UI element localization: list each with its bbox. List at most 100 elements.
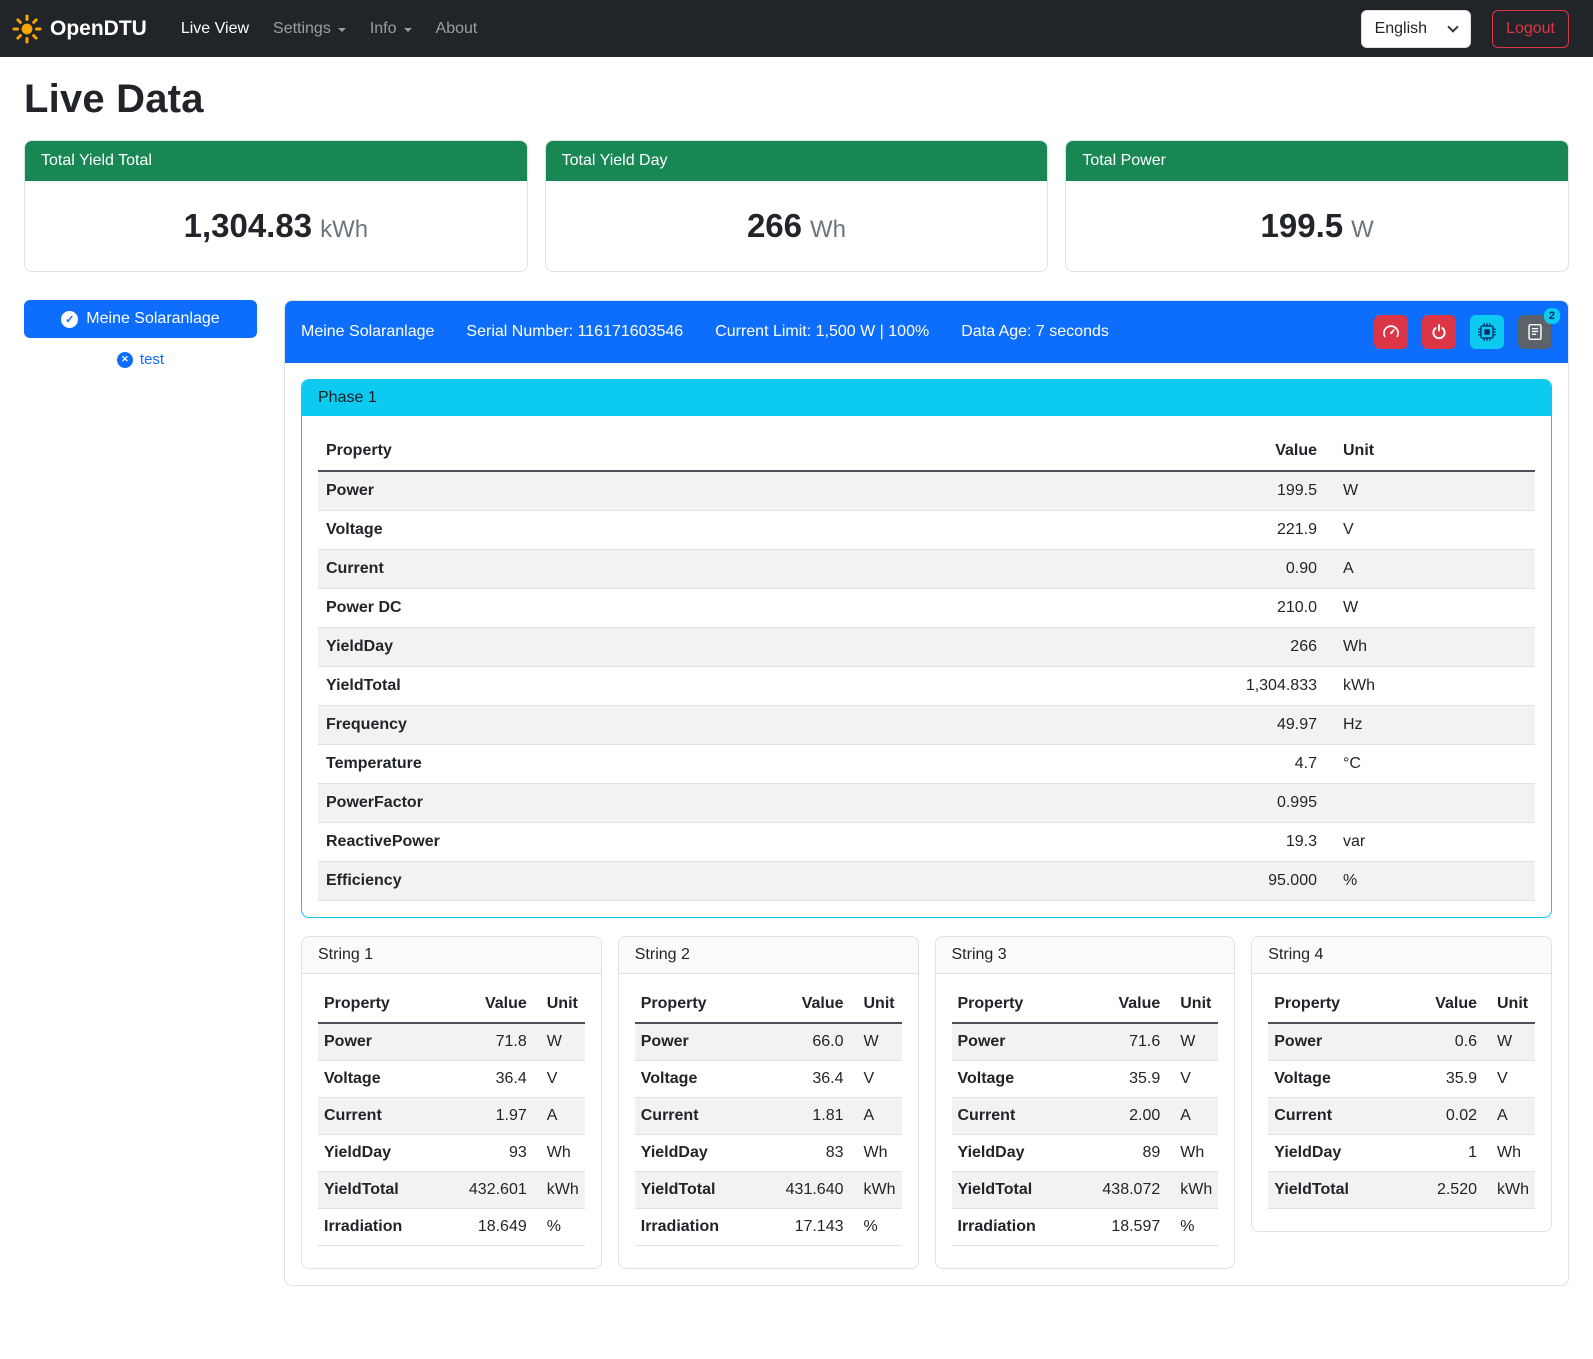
row-value: 1.81 [778, 1098, 850, 1135]
language-value: English [1375, 20, 1427, 38]
string-table-body: Power71.8WVoltage36.4VCurrent1.97AYieldD… [318, 1023, 585, 1246]
row-unit: % [533, 1209, 585, 1246]
nav-info[interactable]: Info [358, 12, 424, 46]
table-row: Power199.5W [318, 471, 1535, 511]
device-info-button[interactable] [1470, 315, 1504, 349]
inverter-card: Meine Solaranlage Serial Number: 1161716… [284, 300, 1569, 1286]
main-nav: Live View Settings Info About [169, 12, 490, 46]
row-value: 221.9 [1195, 511, 1325, 550]
row-value: 266 [1195, 628, 1325, 667]
string-card: String 1 Property Value Unit [301, 936, 602, 1269]
row-property: Voltage [635, 1061, 778, 1098]
row-property: Irradiation [318, 1209, 461, 1246]
phase-table: Property Value Unit Power199.5WVoltage22… [318, 432, 1535, 901]
summary-value: 1,304.83 [184, 207, 312, 244]
row-value: 4.7 [1195, 745, 1325, 784]
string-cards: String 1 Property Value Unit [301, 936, 1552, 1269]
nav-label: About [436, 20, 478, 38]
string-card: String 3 Property Value Unit [935, 936, 1236, 1269]
nav-settings[interactable]: Settings [261, 12, 358, 46]
row-property: Efficiency [318, 862, 1195, 901]
row-property: Current [952, 1098, 1095, 1135]
row-value: 89 [1094, 1135, 1166, 1172]
content-row: ✓ Meine Solaranlage ✕ test Meine Solaran… [24, 300, 1569, 1286]
row-value: 95.000 [1195, 862, 1325, 901]
row-property: Power [318, 471, 1195, 511]
event-log-button[interactable]: 2 [1518, 315, 1552, 349]
nav-about[interactable]: About [424, 12, 490, 46]
string-table: Property Value Unit Power71.8WVoltage36.… [318, 986, 585, 1246]
row-property: YieldTotal [635, 1172, 778, 1209]
row-unit: W [1325, 589, 1535, 628]
nav-label: Settings [273, 20, 331, 38]
row-value: 1.97 [461, 1098, 533, 1135]
table-header-row: Property Value Unit [318, 432, 1535, 471]
row-property: YieldTotal [318, 667, 1195, 706]
brand-logo[interactable]: OpenDTU [12, 14, 147, 44]
row-unit: V [1166, 1061, 1218, 1098]
row-unit: % [850, 1209, 902, 1246]
row-property: YieldDay [318, 1135, 461, 1172]
logout-button[interactable]: Logout [1492, 10, 1569, 48]
row-property: Power [1268, 1023, 1411, 1061]
brand-name: OpenDTU [50, 17, 147, 41]
limit-settings-button[interactable] [1374, 315, 1408, 349]
sidebar-test-label: test [140, 351, 164, 368]
nav-live-view[interactable]: Live View [169, 12, 261, 46]
row-value: 71.6 [1094, 1023, 1166, 1061]
row-value: 438.072 [1094, 1172, 1166, 1209]
power-button[interactable] [1422, 315, 1456, 349]
column-value: Value [778, 986, 850, 1023]
row-value: 199.5 [1195, 471, 1325, 511]
string-card-body: Property Value Unit Power0.6WVoltage35.9… [1252, 974, 1551, 1231]
row-unit: kWh [533, 1172, 585, 1209]
table-row: Irradiation18.597% [952, 1209, 1219, 1246]
row-unit: Wh [1483, 1135, 1535, 1172]
nav-label: Live View [181, 20, 249, 38]
string-table: Property Value Unit Power71.6WVoltage35.… [952, 986, 1219, 1246]
sidebar-item-inverter[interactable]: ✓ Meine Solaranlage [24, 300, 257, 338]
row-unit: °C [1325, 745, 1535, 784]
page-title: Live Data [24, 77, 1569, 122]
column-property: Property [318, 986, 461, 1023]
row-property: Current [318, 550, 1195, 589]
row-unit [1325, 784, 1535, 823]
column-value: Value [1094, 986, 1166, 1023]
summary-card-body: 199.5W [1066, 181, 1568, 271]
column-property: Property [318, 432, 1195, 471]
table-row: Voltage221.9V [318, 511, 1535, 550]
cpu-icon [1478, 323, 1496, 341]
table-header-row: Property Value Unit [635, 986, 902, 1023]
inverter-name: Meine Solaranlage [301, 323, 434, 341]
row-property: Voltage [318, 1061, 461, 1098]
string-card-body: Property Value Unit Power71.6WVoltage35.… [936, 974, 1235, 1268]
table-row: YieldTotal432.601kWh [318, 1172, 585, 1209]
row-value: 93 [461, 1135, 533, 1172]
row-property: Frequency [318, 706, 1195, 745]
string-table-body: Power66.0WVoltage36.4VCurrent1.81AYieldD… [635, 1023, 902, 1246]
inverter-actions: 2 [1374, 315, 1552, 349]
row-value: 66.0 [778, 1023, 850, 1061]
row-value: 0.995 [1195, 784, 1325, 823]
column-unit: Unit [1325, 432, 1535, 471]
column-value: Value [1411, 986, 1483, 1023]
table-row: YieldDay83Wh [635, 1135, 902, 1172]
language-select[interactable]: English [1361, 10, 1471, 48]
row-value: 2.00 [1094, 1098, 1166, 1135]
inverter-sidebar: ✓ Meine Solaranlage ✕ test [24, 300, 257, 368]
phase-title: Phase 1 [302, 380, 1551, 416]
row-property: Voltage [1268, 1061, 1411, 1098]
inverter-serial: Serial Number: 116171603546 [466, 323, 683, 341]
table-row: YieldDay1Wh [1268, 1135, 1535, 1172]
string-card-title: String 1 [302, 937, 601, 974]
row-unit: W [850, 1023, 902, 1061]
row-unit: A [1166, 1098, 1218, 1135]
row-unit: kWh [1166, 1172, 1218, 1209]
table-row: YieldTotal1,304.833kWh [318, 667, 1535, 706]
sidebar-item-test[interactable]: ✕ test [24, 351, 257, 368]
table-row: Current0.90A [318, 550, 1535, 589]
row-property: PowerFactor [318, 784, 1195, 823]
top-navbar: OpenDTU Live View Settings Info About En… [0, 0, 1593, 57]
row-value: 19.3 [1195, 823, 1325, 862]
row-unit: Wh [1166, 1135, 1218, 1172]
